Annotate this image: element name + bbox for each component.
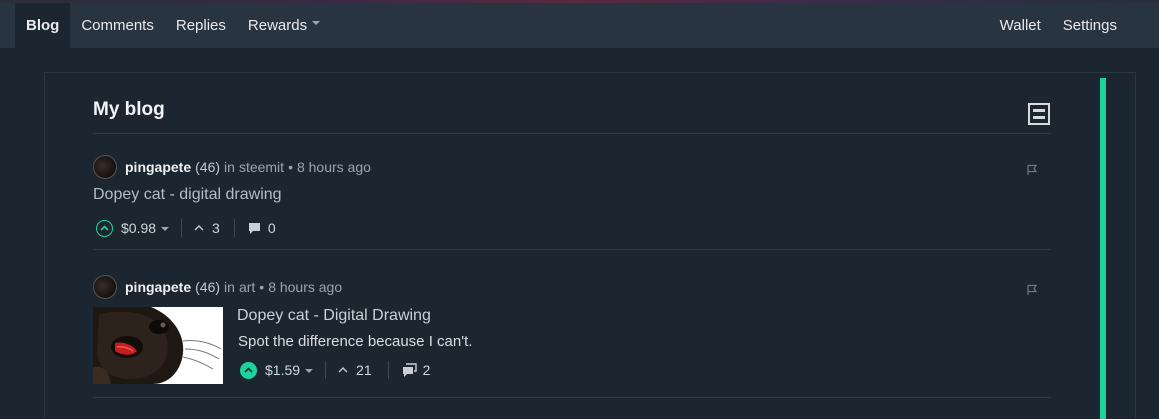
comment-icon <box>248 223 260 234</box>
chevron-up-icon <box>100 225 109 231</box>
post-title-link[interactable]: Dopey cat - digital drawing <box>93 186 282 204</box>
nav-link-settings[interactable]: Settings <box>1052 3 1128 48</box>
post-summary[interactable]: Spot the difference because I can't. <box>238 333 472 350</box>
upvote-button[interactable] <box>96 219 113 237</box>
reputation-score: (46) <box>195 279 221 295</box>
author-link[interactable]: pingapete <box>125 159 191 175</box>
post-title-link[interactable]: Dopey cat - Digital Drawing <box>237 307 431 325</box>
post-time[interactable]: 8 hours ago <box>268 279 342 295</box>
layout-toggle-bar-top <box>1033 109 1045 112</box>
upvote-button[interactable] <box>240 361 257 379</box>
footer-separator <box>233 219 235 237</box>
in-label: in <box>224 279 235 295</box>
flag-icon[interactable] <box>1026 284 1038 296</box>
chevron-down-icon <box>305 369 314 373</box>
avatar[interactable] <box>93 275 117 299</box>
post-header: pingapete (46) in steemit • 8 hours ago <box>93 155 371 179</box>
payout-value[interactable]: $0.98 <box>121 220 170 236</box>
flag-icon[interactable] <box>1026 164 1038 176</box>
replies-count: 2 <box>422 362 431 378</box>
nav-tab-replies[interactable]: Replies <box>165 3 237 48</box>
chevron-up-icon <box>338 367 348 373</box>
footer-separator <box>387 361 389 379</box>
post-item-1: pingapete (46) in steemit • 8 hours ago … <box>93 155 1051 237</box>
payout-value[interactable]: $1.59 <box>265 362 314 378</box>
top-nav-bar: Blog Comments Replies Rewards Wallet Set… <box>0 0 1159 48</box>
nav-tab-comments[interactable]: Comments <box>70 3 165 48</box>
chevron-up-icon <box>244 367 253 373</box>
voters-count[interactable]: 21 <box>338 362 372 378</box>
post-header: pingapete (46) in art • 8 hours ago <box>93 275 342 299</box>
divider <box>93 249 1051 250</box>
votes-count: 21 <box>356 362 372 378</box>
cat-drawing-image <box>93 307 223 384</box>
footer-separator <box>325 361 327 379</box>
replies-link[interactable]: 0 <box>247 220 276 236</box>
nav-tab-blog[interactable]: Blog <box>15 3 71 48</box>
footer-separator <box>181 219 183 237</box>
nav-link-wallet[interactable]: Wallet <box>989 3 1052 48</box>
payout-amount: $0.98 <box>121 220 157 236</box>
chevron-up-icon <box>194 225 204 231</box>
post-footer: $0.98 3 0 <box>96 217 276 239</box>
comments-icon <box>402 362 417 377</box>
reputation-score: (46) <box>195 159 221 175</box>
votes-count: 3 <box>212 220 220 236</box>
voters-count[interactable]: 3 <box>194 220 220 236</box>
community-link[interactable]: art <box>239 279 255 295</box>
page-title: My blog <box>93 99 165 120</box>
in-label: in <box>224 159 235 175</box>
community-link[interactable]: steemit <box>239 159 284 175</box>
replies-link[interactable]: 2 <box>401 362 431 378</box>
nav-tab-rewards-label: Rewards <box>247 17 308 34</box>
meta-separator: • <box>288 159 293 175</box>
nav-left: Blog Comments Replies Rewards <box>15 3 331 48</box>
divider <box>93 397 1051 398</box>
accent-scroll-bar[interactable] <box>1100 78 1106 419</box>
chevron-down-icon <box>161 227 170 231</box>
avatar[interactable] <box>93 155 117 179</box>
post-time[interactable]: 8 hours ago <box>297 159 371 175</box>
post-thumbnail[interactable] <box>93 307 223 384</box>
meta-separator: • <box>259 279 265 295</box>
nav-tab-rewards[interactable]: Rewards <box>237 3 331 48</box>
divider <box>93 133 1051 134</box>
post-item-2: pingapete (46) in art • 8 hours ago Dope… <box>93 275 1051 390</box>
layout-toggle-bar-bottom <box>1033 116 1045 119</box>
nav-right: Wallet Settings <box>989 3 1128 48</box>
post-footer: $1.59 21 2 <box>240 359 430 381</box>
chevron-down-icon <box>312 20 321 25</box>
replies-count: 0 <box>267 220 276 236</box>
layout-toggle-icon[interactable] <box>1028 103 1050 125</box>
author-link[interactable]: pingapete <box>125 279 191 295</box>
payout-amount: $1.59 <box>265 362 301 378</box>
